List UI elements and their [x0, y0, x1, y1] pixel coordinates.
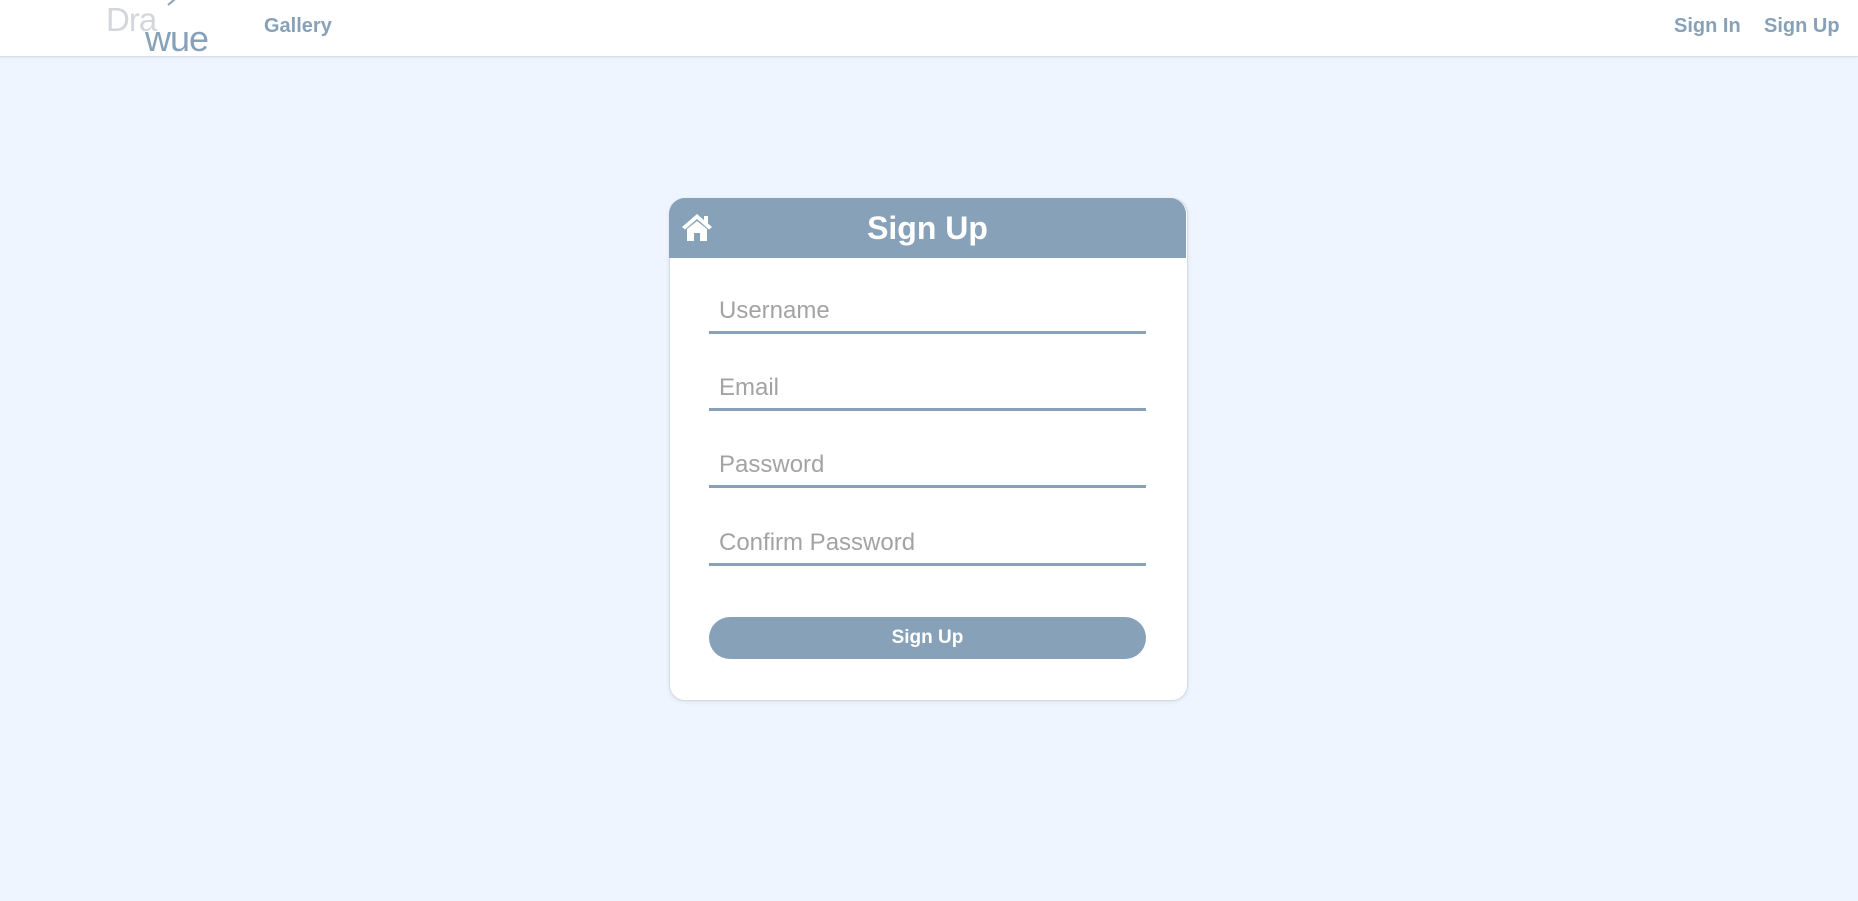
nav-sign-up-link[interactable]: Sign Up: [1764, 15, 1840, 38]
password-field[interactable]: [709, 444, 1146, 488]
sign-up-submit-button[interactable]: Sign Up: [709, 617, 1146, 659]
nav-gallery-link[interactable]: Gallery: [264, 15, 332, 38]
form-layer: Sign Up Sign Up: [0, 0, 1858, 901]
home-icon[interactable]: [681, 212, 713, 242]
confirm-password-field[interactable]: [709, 522, 1146, 566]
top-navbar: Dra wue Gallery Sign In Sign Up: [0, 0, 1858, 59]
form-title: Sign Up: [867, 210, 988, 246]
card-header: Sign Up: [669, 198, 1186, 258]
logo-text-bottom: wue: [145, 18, 209, 59]
username-field[interactable]: [709, 290, 1146, 334]
nav-sign-in-link[interactable]: Sign In: [1674, 15, 1741, 38]
logo-pen-stroke: [167, 0, 180, 6]
drawue-logo[interactable]: Dra wue: [106, 0, 216, 59]
email-field[interactable]: [709, 367, 1146, 411]
